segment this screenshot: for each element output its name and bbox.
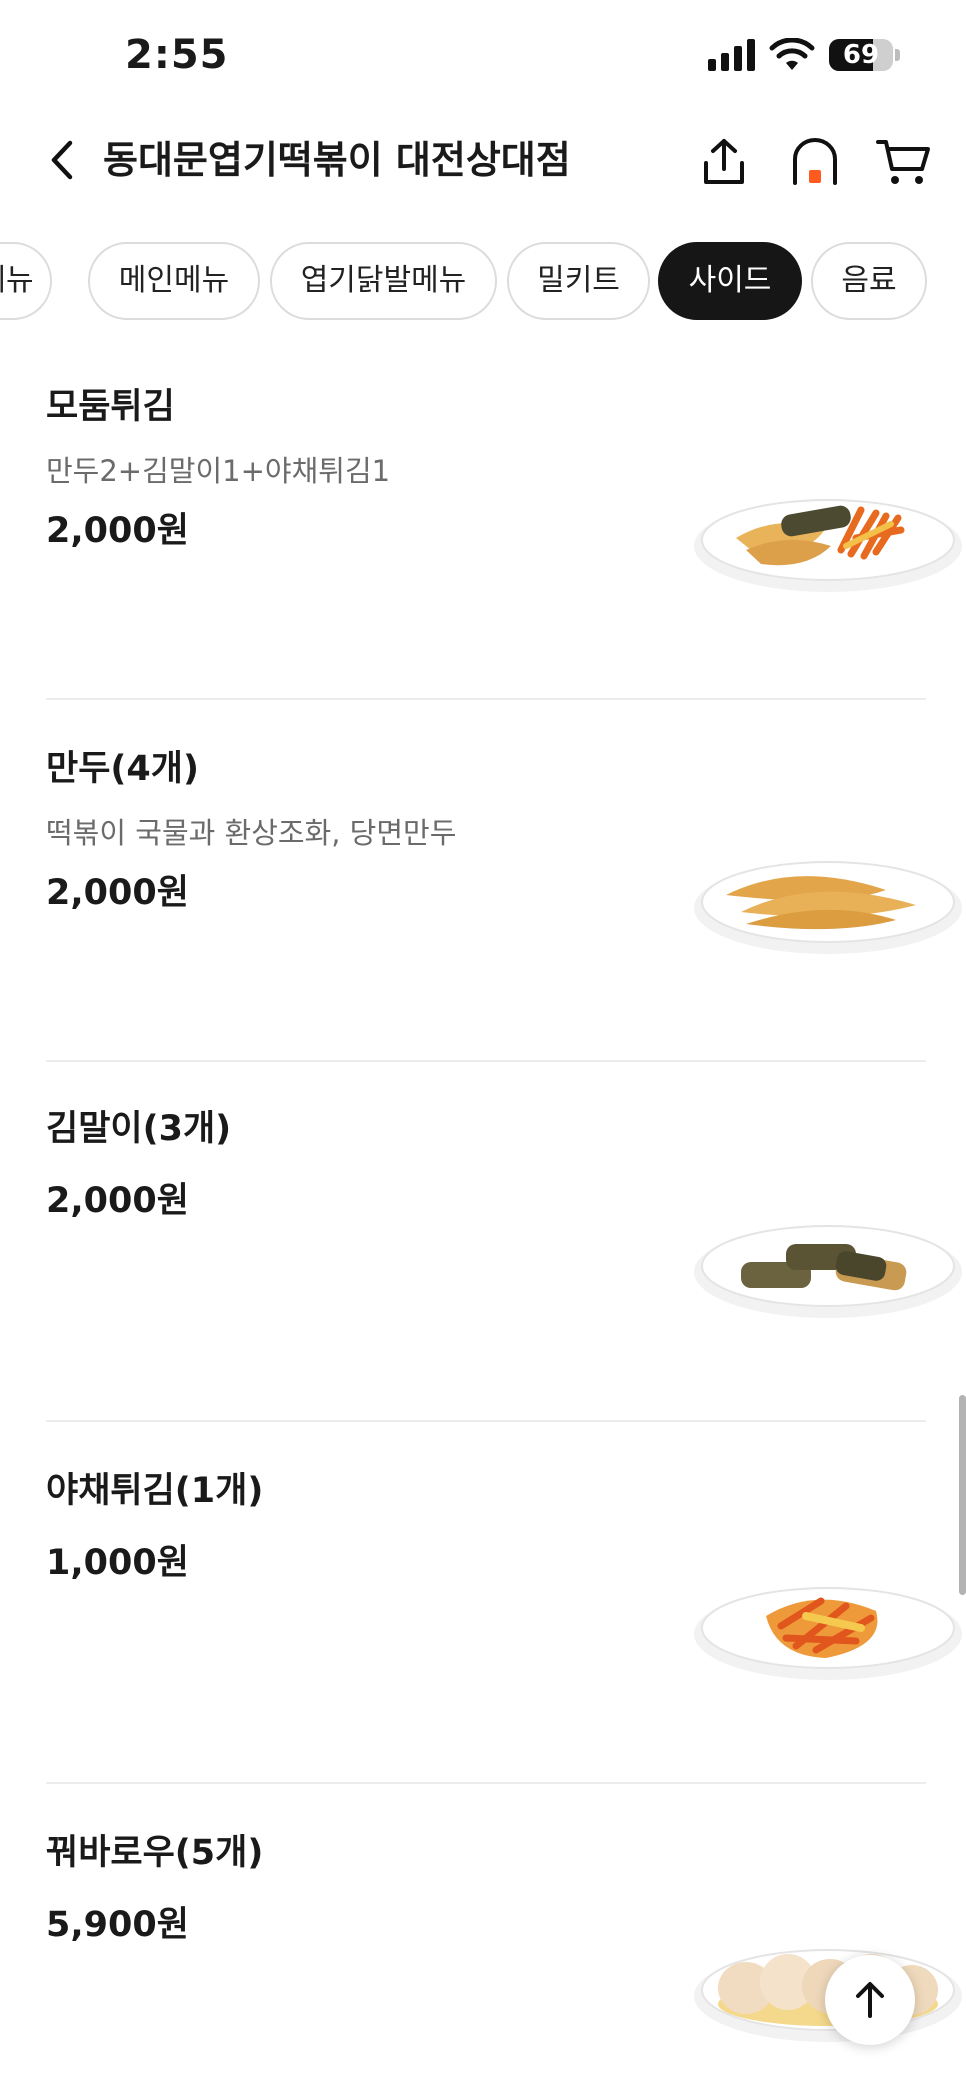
status-indicators: 69 (708, 38, 900, 72)
menu-item-name: 모둠튀김 (46, 387, 175, 427)
menu-item-dumplings[interactable]: 만두(4개) 떡볶이 국물과 환상조화, 당면만두 2,000원 (46, 740, 962, 1050)
tab-meal-kit[interactable]: 밀키트 (507, 242, 650, 320)
menu-item-seaweed-roll[interactable]: 김말이(3개) 2,000원 (46, 1100, 962, 1410)
share-button[interactable] (694, 132, 754, 192)
menu-item-price: 1,000원 (46, 1543, 189, 1583)
home-button[interactable] (785, 132, 845, 192)
battery-level: 69 (842, 40, 880, 70)
divider (46, 1420, 926, 1422)
menu-item-assorted-fried[interactable]: 모둠튀김 만두2+김말이1+야채튀김1 2,000원 (46, 378, 962, 688)
tab-drinks[interactable]: 음료 (811, 242, 927, 320)
tab-menu-partial[interactable]: 메뉴 (0, 242, 52, 320)
menu-item-description: 떡볶이 국물과 환상조화, 당면만두 (46, 816, 457, 850)
menu-item-name: 야채튀김(1개) (46, 1471, 264, 1511)
back-icon (51, 140, 73, 180)
home-icon (793, 138, 837, 185)
menu-item-photo (694, 1225, 962, 1318)
share-icon (704, 139, 744, 184)
menu-item-price: 2,000원 (46, 873, 189, 913)
divider (46, 1782, 926, 1784)
menu-item-price: 5,900원 (46, 1905, 189, 1945)
battery-icon: 69 (829, 39, 893, 71)
wifi-icon (769, 38, 815, 70)
menu-item-photo (694, 861, 962, 954)
tab-side[interactable]: 사이드 (658, 242, 802, 320)
menu-item-photo (694, 1949, 962, 2042)
header: 동대문엽기떡볶이 대전상대점 (0, 120, 966, 204)
battery-cap (895, 49, 900, 61)
store-title: 동대문엽기떡볶이 대전상대점 (103, 138, 571, 182)
menu-item-guobaorou[interactable]: 꿔바로우(5개) 5,900원 (46, 1824, 962, 2090)
scrollbar[interactable] (959, 1395, 966, 1595)
status-bar: 2:55 69 (0, 0, 966, 110)
menu-item-photo (694, 499, 962, 592)
tab-main-menu[interactable]: 메인메뉴 (88, 242, 260, 320)
status-time: 2:55 (125, 32, 229, 78)
cellular-signal-icon (708, 39, 755, 71)
category-tabs: 메뉴 메인메뉴 엽기닭발메뉴 밀키트 사이드 음료 (0, 242, 966, 326)
divider (46, 698, 926, 700)
arrow-up-icon (856, 1982, 884, 2018)
menu-item-name: 만두(4개) (46, 749, 199, 789)
menu-item-price: 2,000원 (46, 511, 189, 551)
divider (46, 1060, 926, 1062)
cart-icon (876, 140, 930, 184)
menu-item-name: 김말이(3개) (46, 1109, 232, 1149)
tab-chicken-feet-menu[interactable]: 엽기닭발메뉴 (270, 242, 497, 320)
cart-button[interactable] (873, 132, 933, 192)
menu-item-name: 꿔바로우(5개) (46, 1833, 264, 1873)
menu-item-description: 만두2+김말이1+야채튀김1 (46, 454, 391, 488)
menu-item-photo (694, 1587, 962, 1680)
scroll-to-top-button[interactable] (825, 1955, 915, 2045)
menu-item-price: 2,000원 (46, 1181, 189, 1221)
menu-item-veggie-fritter[interactable]: 야채튀김(1개) 1,000원 (46, 1462, 962, 1772)
back-button[interactable] (34, 132, 90, 188)
